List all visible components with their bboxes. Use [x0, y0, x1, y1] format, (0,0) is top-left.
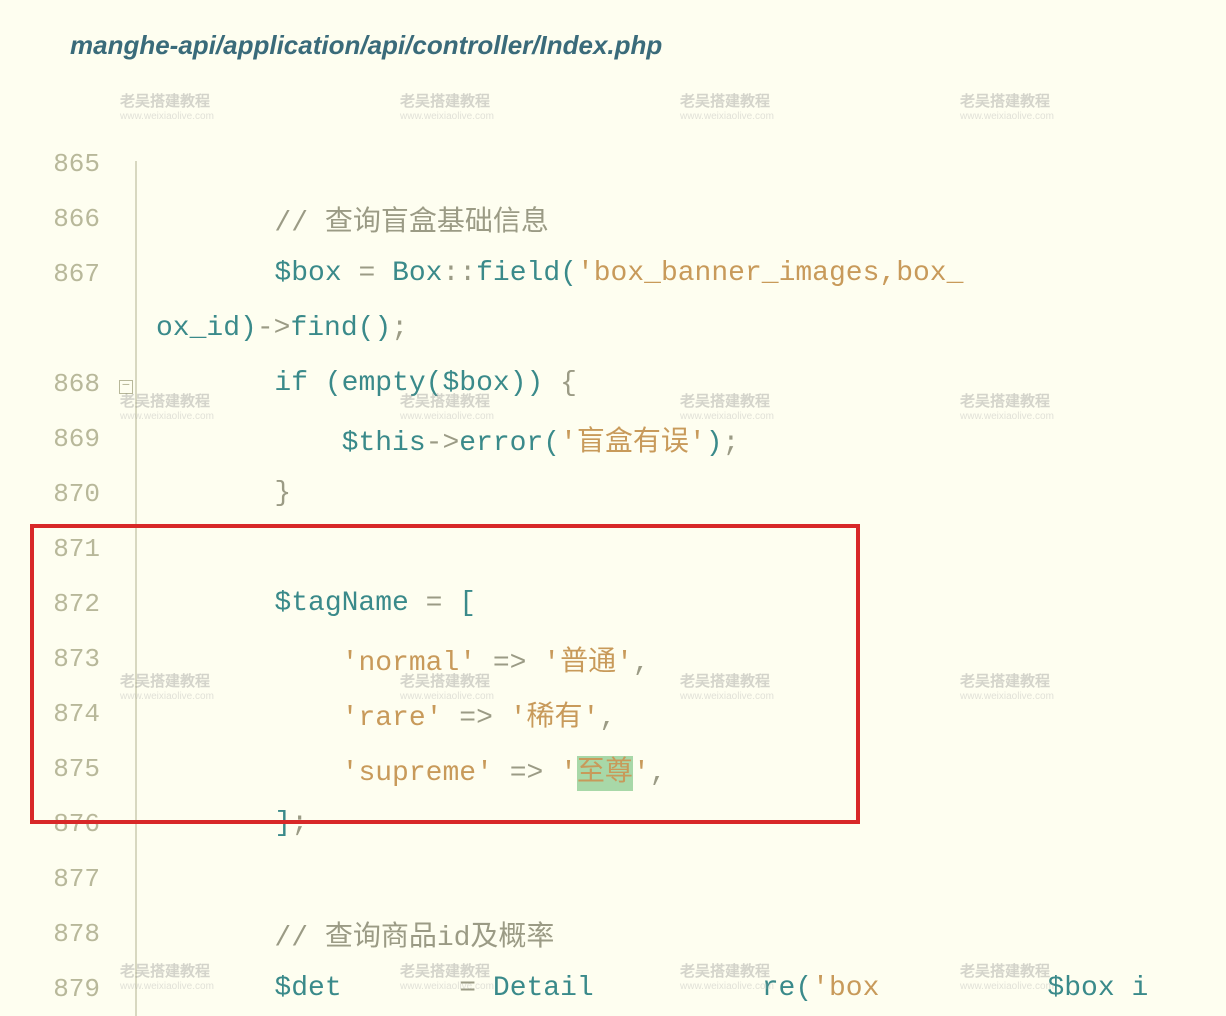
code-content[interactable]: $det = Detail re('box $box i	[140, 973, 1226, 1004]
code-content[interactable]: $tagName = [	[140, 588, 1226, 619]
line-number: 878	[40, 919, 112, 949]
code-content[interactable]: }	[140, 478, 1226, 509]
line-number: 867	[40, 259, 112, 289]
line-number: 876	[40, 809, 112, 839]
code-content[interactable]: // 查询盲盒基础信息	[140, 199, 1226, 239]
code-content[interactable]: ];	[140, 808, 1226, 839]
line-number: 874	[40, 699, 112, 729]
code-content[interactable]: 'normal' => '普通',	[140, 639, 1226, 679]
line-number: 865	[40, 149, 112, 179]
code-line[interactable]: 869 $this->error('盲盒有误');	[40, 411, 1226, 466]
code-line[interactable]: 872 $tagName = [	[40, 576, 1226, 631]
fold-gutter[interactable]: −	[112, 371, 140, 396]
code-content[interactable]: 'supreme' => '至尊',	[140, 749, 1226, 789]
code-line[interactable]: 870 }	[40, 466, 1226, 521]
code-line[interactable]: 873 'normal' => '普通',	[40, 631, 1226, 686]
line-number: 875	[40, 754, 112, 784]
line-number: 872	[40, 589, 112, 619]
line-number: 877	[40, 864, 112, 894]
code-line[interactable]: 876 ];	[40, 796, 1226, 851]
line-number: 879	[40, 974, 112, 1004]
code-editor[interactable]: 865866 // 查询盲盒基础信息867 $box = Box::field(…	[0, 81, 1226, 1016]
code-line[interactable]	[40, 81, 1226, 136]
code-line[interactable]: 866 // 查询盲盒基础信息	[40, 191, 1226, 246]
code-line[interactable]: 877	[40, 851, 1226, 906]
line-number: 871	[40, 534, 112, 564]
file-path-header: manghe-api/application/api/controller/In…	[0, 0, 1226, 81]
line-number: 866	[40, 204, 112, 234]
code-line[interactable]: 868− if (empty($box)) {	[40, 356, 1226, 411]
code-line[interactable]: 865	[40, 136, 1226, 191]
code-content[interactable]: // 查询商品id及概率	[140, 914, 1226, 954]
fold-minus-icon[interactable]: −	[119, 380, 133, 394]
code-line[interactable]: 878 // 查询商品id及概率	[40, 906, 1226, 961]
code-line[interactable]: ox_id)->find();	[40, 301, 1226, 356]
code-line[interactable]: 879 $det = Detail re('box $box i	[40, 961, 1226, 1016]
code-content[interactable]: ox_id)->find();	[140, 313, 1226, 344]
code-content[interactable]: 'rare' => '稀有',	[140, 694, 1226, 734]
line-number: 870	[40, 479, 112, 509]
code-line[interactable]: 871	[40, 521, 1226, 576]
code-line[interactable]: 874 'rare' => '稀有',	[40, 686, 1226, 741]
line-number: 873	[40, 644, 112, 674]
code-content[interactable]: $box = Box::field('box_banner_images,box…	[140, 258, 1226, 289]
code-line[interactable]: 875 'supreme' => '至尊',	[40, 741, 1226, 796]
line-number: 869	[40, 424, 112, 454]
code-content[interactable]: $this->error('盲盒有误');	[140, 419, 1226, 459]
code-line[interactable]: 867 $box = Box::field('box_banner_images…	[40, 246, 1226, 301]
code-content[interactable]: if (empty($box)) {	[140, 368, 1226, 399]
line-number: 868	[40, 369, 112, 399]
code-content[interactable]	[140, 93, 1226, 124]
